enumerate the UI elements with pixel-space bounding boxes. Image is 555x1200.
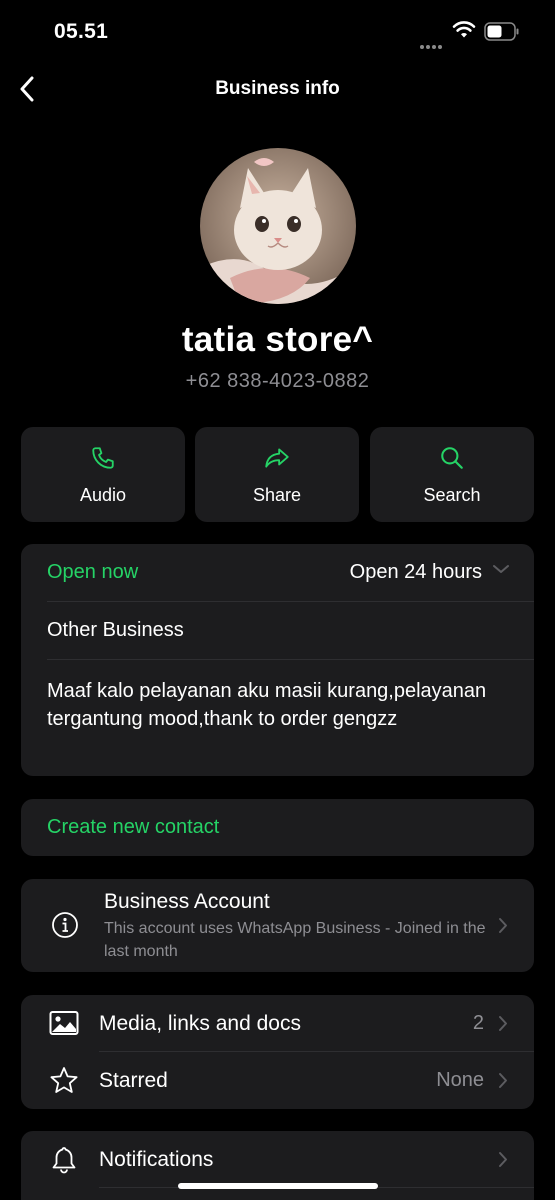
business-account-card[interactable]: Business Account This account uses Whats… xyxy=(21,879,534,972)
starred-row[interactable]: Starred None xyxy=(21,1052,534,1109)
business-description: Maaf kalo pelayanan aku masii kurang,pel… xyxy=(47,680,487,730)
business-account-title: Business Account xyxy=(104,890,270,913)
notifications-row[interactable]: Notifications xyxy=(21,1131,534,1188)
notifications-label: Notifications xyxy=(99,1148,214,1171)
profile-name: tatia store^ xyxy=(181,320,374,359)
business-hours[interactable]: Open 24 hours xyxy=(350,561,482,584)
starred-value: None xyxy=(436,1069,484,1091)
page-title: Business info xyxy=(215,78,340,99)
business-details-card: Open now Open 24 hours Other Business Ma… xyxy=(21,544,534,776)
notifications-card: Notifications xyxy=(21,1131,534,1200)
chevron-right-icon xyxy=(499,1152,507,1167)
create-contact-button[interactable]: Create new contact xyxy=(47,816,219,839)
cat-photo xyxy=(200,148,356,304)
chevron-right-icon xyxy=(499,1016,507,1031)
media-count: 2 xyxy=(472,1012,484,1034)
chevron-down-icon[interactable] xyxy=(492,562,510,576)
audio-call-button[interactable]: Audio xyxy=(21,427,185,522)
star-icon xyxy=(50,1067,78,1093)
media-links-docs-row[interactable]: Media, links and docs 2 xyxy=(21,995,534,1052)
avatar[interactable] xyxy=(200,148,356,304)
status-bar: 05.51 xyxy=(0,0,555,64)
bell-icon xyxy=(52,1147,76,1174)
business-account-subtitle: This account uses WhatsApp Business - Jo… xyxy=(104,920,486,960)
nav-bar: Business info xyxy=(0,66,555,114)
search-icon xyxy=(441,447,463,469)
chevron-right-icon xyxy=(499,918,507,933)
search-label: Search xyxy=(423,485,481,505)
audio-label: Audio xyxy=(79,485,127,505)
share-button[interactable]: Share xyxy=(195,427,359,522)
profile-phone: +62 838-4023-0882 xyxy=(185,370,370,392)
signal-icon xyxy=(420,36,446,49)
info-icon xyxy=(52,912,78,938)
media-starred-card: Media, links and docs 2 Starred None xyxy=(21,995,534,1109)
share-label: Share xyxy=(252,485,302,505)
chevron-right-icon xyxy=(499,1073,507,1088)
starred-label: Starred xyxy=(99,1069,168,1092)
divider xyxy=(47,601,534,602)
phone-icon xyxy=(92,447,114,469)
share-arrow-icon xyxy=(265,448,289,468)
business-category: Other Business xyxy=(47,619,184,641)
status-time: 05.51 xyxy=(54,20,109,43)
wifi-icon xyxy=(452,21,476,38)
search-button[interactable]: Search xyxy=(370,427,534,522)
open-status: Open now xyxy=(47,561,139,583)
home-indicator xyxy=(178,1183,378,1189)
divider xyxy=(47,659,534,660)
create-contact-card[interactable]: Create new contact xyxy=(21,799,534,856)
image-icon xyxy=(49,1011,79,1035)
media-links-docs-label: Media, links and docs xyxy=(99,1012,301,1035)
battery-icon xyxy=(484,22,519,41)
